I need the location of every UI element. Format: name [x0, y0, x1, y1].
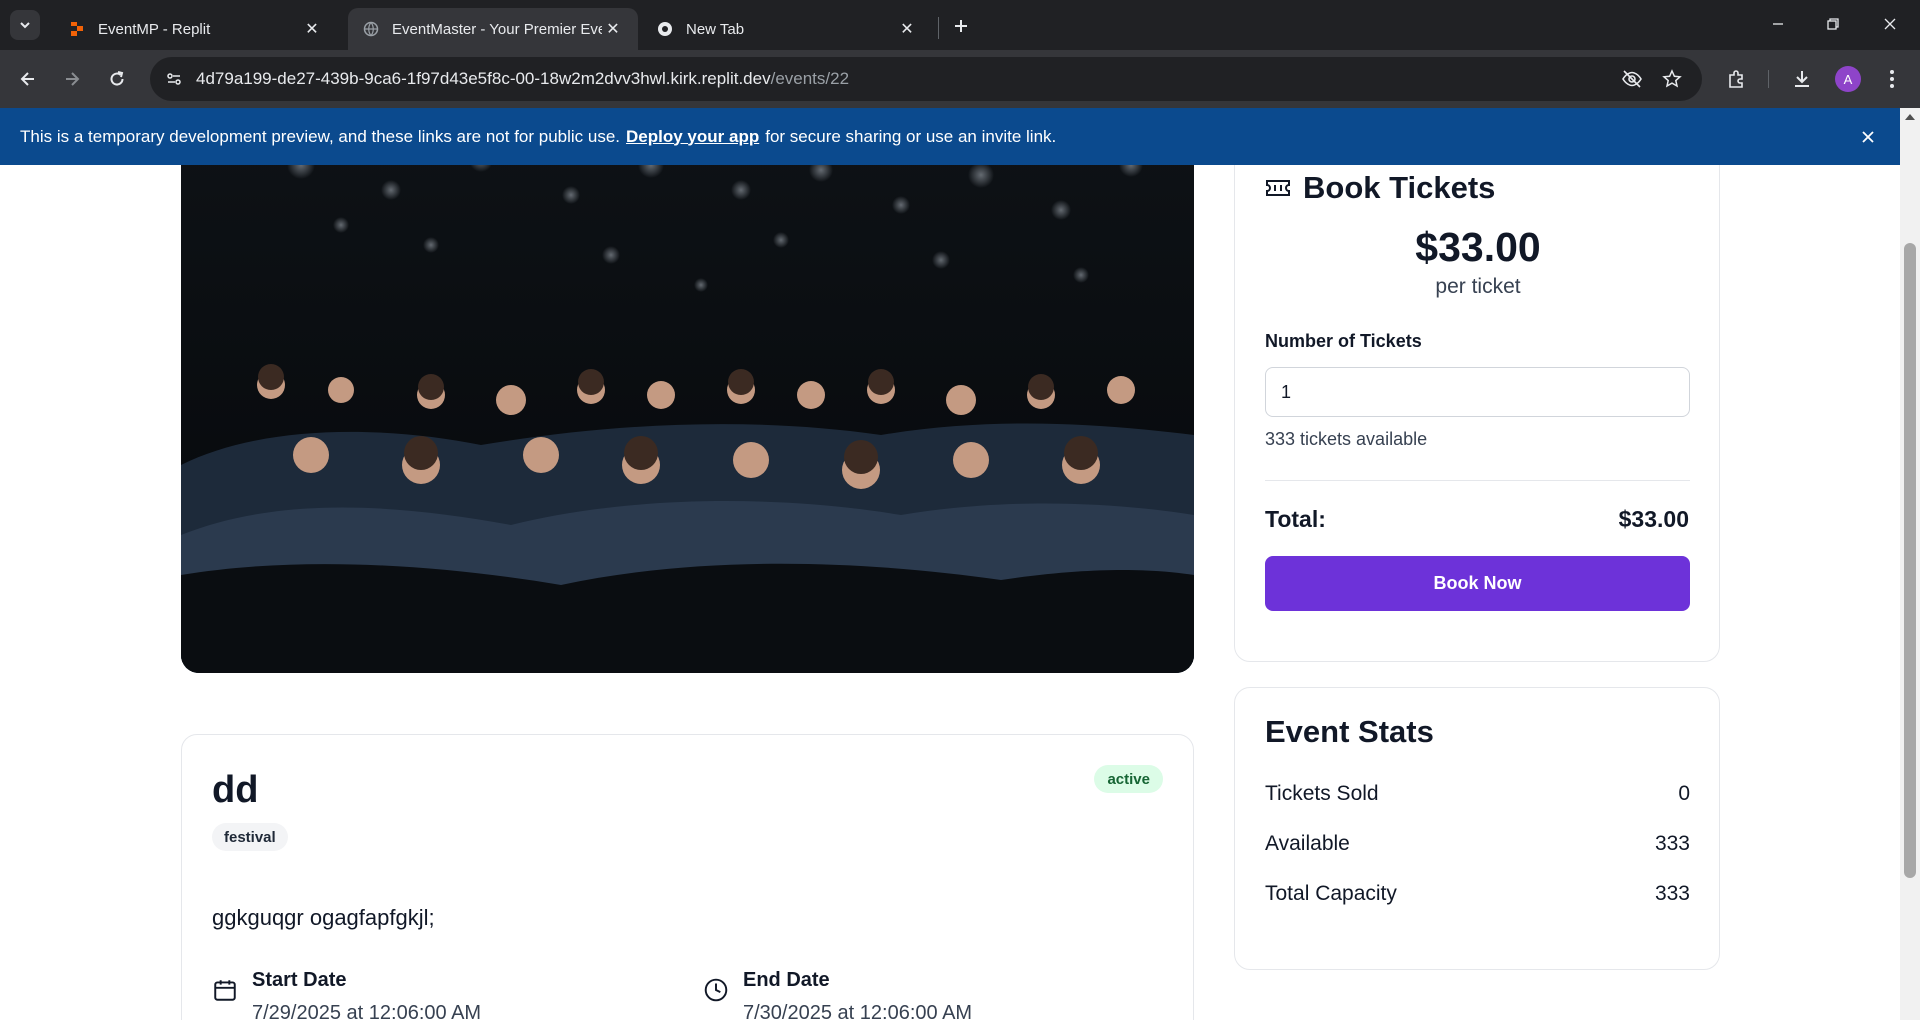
- book-tickets-title: Book Tickets: [1303, 170, 1496, 205]
- tab-new-tab[interactable]: New Tab ✕: [642, 8, 932, 50]
- tickets-available-text: 333 tickets available: [1265, 429, 1428, 449]
- page-content: dd active festival ggkguqgr ogagfapfgkjl…: [0, 165, 1900, 1020]
- browser-toolbar: 4d79a199-de27-439b-9ca6-1f97d43e5f8c-00-…: [0, 50, 1920, 108]
- stat-row-tickets-sold: Tickets Sold 0: [1265, 782, 1690, 806]
- per-ticket-label: per ticket: [1435, 275, 1521, 298]
- tab-eventmaster[interactable]: EventMaster - Your Premier Eve ✕: [348, 8, 638, 50]
- arrow-right-icon: [66, 72, 80, 86]
- chrome-icon: [656, 20, 674, 38]
- stat-value: 333: [1654, 832, 1690, 855]
- reload-button[interactable]: [101, 63, 133, 95]
- extensions-icon[interactable]: [1720, 63, 1752, 95]
- deploy-link[interactable]: Deploy your app: [626, 127, 759, 147]
- start-date-value: 7/29/2025 at 12:06:00 AM: [252, 1002, 482, 1020]
- reload-icon: [110, 71, 124, 86]
- category-badge: festival: [212, 823, 288, 851]
- stat-value: 333: [1654, 882, 1690, 905]
- tab-title: EventMP - Replit: [98, 20, 211, 38]
- plus-icon: [955, 20, 967, 32]
- tab-title: EventMaster - Your Premier Eve: [392, 20, 602, 38]
- replit-icon: [68, 20, 86, 38]
- event-title: dd: [212, 769, 259, 811]
- restore-icon: [1827, 18, 1839, 30]
- audience-photo: [181, 165, 1194, 673]
- end-date-value: 7/30/2025 at 12:06:00 AM: [743, 1002, 973, 1020]
- stat-row-total-capacity: Total Capacity 333: [1265, 882, 1690, 906]
- forward-button[interactable]: [56, 63, 88, 95]
- close-window-button[interactable]: [1870, 8, 1910, 40]
- restore-button[interactable]: [1813, 8, 1853, 40]
- url-path: /events/22: [770, 69, 850, 88]
- ticket-count-input[interactable]: [1265, 367, 1690, 417]
- page-scrollbar[interactable]: [1900, 108, 1920, 1020]
- address-bar[interactable]: 4d79a199-de27-439b-9ca6-1f97d43e5f8c-00-…: [150, 57, 1702, 101]
- back-button[interactable]: [12, 63, 44, 95]
- tab-search-button[interactable]: [10, 10, 40, 40]
- close-icon: [1884, 18, 1896, 30]
- stat-label: Tickets Sold: [1265, 782, 1379, 805]
- tab-separator: [938, 17, 939, 39]
- calendar-icon: [214, 980, 236, 1001]
- book-tickets-header: Book Tickets: [1265, 170, 1495, 206]
- download-icon[interactable]: [1786, 63, 1818, 95]
- banner-close-button[interactable]: [1856, 125, 1880, 149]
- total-value: $33.00: [1618, 506, 1689, 532]
- start-date-label: Start Date: [252, 969, 347, 991]
- banner-text-after: for secure sharing or use an invite link…: [765, 126, 1057, 146]
- event-stats-card: Event Stats Tickets Sold 0 Available 333…: [1234, 687, 1720, 970]
- clock-icon: [704, 978, 728, 1002]
- ticket-count-label: Number of Tickets: [1265, 331, 1422, 351]
- star-icon[interactable]: [1658, 65, 1686, 93]
- ticket-icon: [1266, 180, 1290, 196]
- stat-label: Available: [1265, 832, 1350, 855]
- book-tickets-card: Book Tickets $33.00 per ticket Number of…: [1234, 165, 1720, 662]
- scroll-thumb[interactable]: [1904, 243, 1916, 878]
- event-stats-title: Event Stats: [1265, 714, 1434, 749]
- tab-title: New Tab: [686, 20, 745, 38]
- menu-icon[interactable]: [1876, 63, 1908, 95]
- banner-text: This is a temporary development preview,…: [20, 126, 621, 146]
- end-date: End Date 7/30/2025 at 12:06:00 AM: [703, 969, 972, 1020]
- stat-value: 0: [1678, 782, 1690, 805]
- globe-icon: [362, 20, 380, 38]
- close-icon[interactable]: ✕: [896, 18, 918, 40]
- url-text: 4d79a199-de27-439b-9ca6-1f97d43e5f8c-00-…: [196, 69, 849, 89]
- stat-label: Total Capacity: [1265, 882, 1397, 905]
- scroll-up-arrow-icon[interactable]: [1905, 114, 1915, 120]
- total-label: Total:: [1265, 506, 1326, 532]
- event-details-card: dd active festival ggkguqgr ogagfapfgkjl…: [181, 734, 1194, 1020]
- start-date: Start Date 7/29/2025 at 12:06:00 AM: [212, 969, 481, 1020]
- minimize-button[interactable]: [1758, 8, 1798, 40]
- close-icon[interactable]: ✕: [301, 18, 323, 40]
- toolbar-separator: [1768, 70, 1769, 88]
- new-tab-button[interactable]: [945, 10, 977, 42]
- ticket-price: $33.00: [1415, 224, 1541, 270]
- close-icon: [1862, 131, 1874, 143]
- end-date-label: End Date: [743, 969, 830, 991]
- event-description: ggkguqgr ogagfapfgkjl;: [212, 905, 435, 930]
- status-badge: active: [1094, 765, 1163, 793]
- close-icon[interactable]: ✕: [602, 18, 624, 40]
- url-host: 4d79a199-de27-439b-9ca6-1f97d43e5f8c-00-…: [196, 69, 771, 88]
- avatar[interactable]: A: [1835, 66, 1861, 92]
- dev-preview-banner: This is a temporary development preview,…: [0, 108, 1920, 165]
- book-now-button[interactable]: Book Now: [1265, 556, 1690, 611]
- divider: [1265, 480, 1690, 481]
- eye-off-icon[interactable]: [1618, 65, 1646, 93]
- arrow-left-icon: [20, 72, 34, 86]
- stat-row-available: Available 333: [1265, 832, 1690, 856]
- minimize-icon: [1773, 23, 1783, 25]
- event-hero-image: [181, 165, 1194, 673]
- chevron-down-icon: [20, 22, 30, 29]
- site-info-icon[interactable]: [160, 65, 188, 93]
- tab-strip: EventMP - Replit ✕ EventMaster - Your Pr…: [0, 0, 1920, 50]
- tab-eventmp-replit[interactable]: EventMP - Replit ✕: [54, 8, 337, 50]
